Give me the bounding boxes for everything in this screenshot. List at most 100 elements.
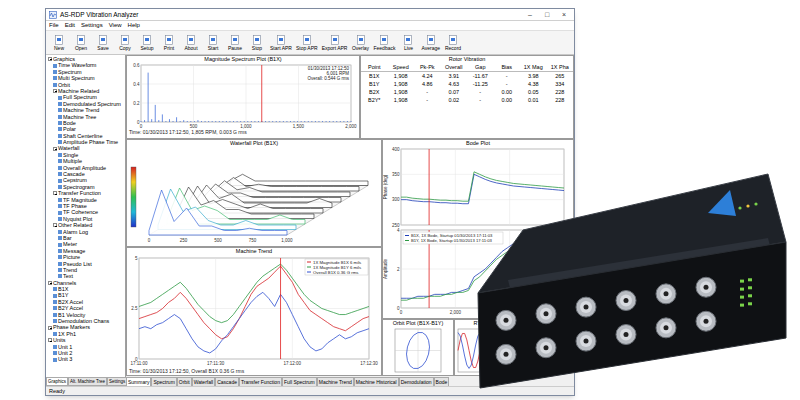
tree-item[interactable]: Spectrum (46, 69, 125, 75)
toolbar-button[interactable]: Start (202, 31, 224, 54)
toolbar-button[interactable]: Feedback (372, 31, 398, 54)
tree-item[interactable]: Message (46, 248, 125, 254)
menu-item[interactable]: File (49, 21, 59, 30)
tree-item[interactable]: Phase Markers (46, 324, 125, 330)
expander-icon[interactable] (48, 281, 52, 285)
tree-item[interactable]: B1Y (46, 292, 125, 298)
page-tab[interactable]: Machine Trend (317, 377, 354, 386)
tree-item[interactable]: Machine Tree (46, 114, 125, 120)
tree-item[interactable]: Pseudo List (46, 261, 125, 267)
tree-item[interactable]: Waterfall (46, 145, 125, 151)
tree-item[interactable]: Channels (46, 280, 125, 286)
page-tab[interactable]: Bode (434, 377, 450, 386)
toolbar-button[interactable]: Record (442, 31, 464, 54)
tree-item[interactable]: Full Spectrum (46, 94, 125, 100)
page-tab[interactable]: Transfer Function (239, 377, 282, 386)
tree-item[interactable]: Transfer Function (46, 190, 125, 196)
tree-item[interactable]: Polar (46, 126, 125, 132)
panel-tab[interactable]: Graphics (46, 377, 68, 386)
tree-item[interactable]: Time Waveform (46, 62, 125, 68)
tree-item[interactable]: TF Coherence (46, 209, 125, 215)
toolbar-button[interactable]: Overlay (350, 31, 372, 54)
tree-item[interactable]: Text (46, 273, 125, 279)
page-tab[interactable]: Waterfall (192, 377, 216, 386)
page-tab[interactable]: Orbit (177, 377, 192, 386)
toolbar-button[interactable]: Print (158, 31, 180, 54)
page-tab[interactable]: Machine Historical (354, 377, 399, 386)
table-row[interactable]: B2X1,908-0.07-0.000.05228 (361, 88, 573, 96)
tree-item[interactable]: B2Y Accel (46, 305, 125, 311)
toolbar-button[interactable]: Average (419, 31, 442, 54)
tree-item[interactable]: Machine Trend (46, 107, 125, 113)
tree-item[interactable]: Multiple (46, 158, 125, 164)
menu-item[interactable]: Settings (81, 21, 103, 30)
page-tab[interactable]: Spectrum (151, 377, 176, 386)
expander-icon[interactable] (53, 147, 57, 151)
tree-item[interactable]: Demodulation Chans (46, 318, 125, 324)
tree-item[interactable]: Cascade (46, 171, 125, 177)
menu-item[interactable]: View (109, 21, 122, 30)
toolbar-button[interactable]: Live (397, 31, 419, 54)
toolbar-button[interactable]: Setup (136, 31, 158, 54)
tree-item[interactable]: Unit 3 (46, 356, 125, 362)
menu-item[interactable]: Edit (65, 21, 75, 30)
tree-item[interactable]: Orbit (46, 82, 125, 88)
page-tab[interactable]: Full Spectrum (282, 377, 317, 386)
tree-item[interactable]: B1 Velocity (46, 312, 125, 318)
tree-item[interactable]: Cepstrum (46, 177, 125, 183)
tree-item[interactable]: Trend (46, 267, 125, 273)
expander-icon[interactable] (48, 326, 52, 330)
expander-icon[interactable] (53, 223, 57, 227)
tree-item[interactable]: Demodulated Spectrum (46, 101, 125, 107)
tree-item[interactable]: Machine Related (46, 88, 125, 94)
tree-item[interactable]: Unit 2 (46, 350, 125, 356)
toolbar-button[interactable]: Start APR (268, 31, 294, 54)
toolbar-button[interactable]: Stop (246, 31, 268, 54)
toolbar-button[interactable]: Pause (224, 31, 246, 54)
tree-item[interactable]: Other Related (46, 222, 125, 228)
tree-item[interactable]: Alarm Log (46, 229, 125, 235)
expander-icon[interactable] (48, 338, 52, 342)
tree-item[interactable]: Unit 1 (46, 344, 125, 350)
window-control-button[interactable]: – (523, 9, 537, 20)
toolbar-button[interactable]: Stop APR (294, 31, 320, 54)
panel-tab[interactable]: Alt. Machine Tree (68, 377, 107, 386)
tree-item[interactable]: Meter (46, 241, 125, 247)
toolbar-button[interactable]: New (48, 31, 70, 54)
tree-item[interactable]: B1X (46, 286, 125, 292)
tree-item[interactable]: Nyquist Plot (46, 216, 125, 222)
toolbar-button[interactable]: Copy (114, 31, 136, 54)
tree-item[interactable]: Spectrogram (46, 184, 125, 190)
table-row[interactable]: B1X1,9084.243.91-11.67-3.98265 (361, 72, 573, 81)
page-tab[interactable]: Summary (126, 377, 151, 386)
expander-icon[interactable] (48, 57, 52, 61)
tree-item[interactable]: Bode (46, 120, 125, 126)
menu-item[interactable]: Help (128, 21, 140, 30)
tree-item[interactable]: Units (46, 337, 125, 343)
toolbar-button[interactable]: Save (92, 31, 114, 54)
tree-item[interactable]: TF Magnitude (46, 197, 125, 203)
tree-item[interactable]: Graphics (46, 56, 125, 62)
tree-item[interactable]: B2X Accel (46, 299, 125, 305)
panel-tab[interactable]: Settings (107, 377, 127, 386)
tree-item[interactable]: Bar (46, 235, 125, 241)
window-control-button[interactable]: □ (540, 9, 554, 20)
toolbar-button[interactable]: About (180, 31, 202, 54)
tree-item[interactable]: TF Phase (46, 203, 125, 209)
tree-item[interactable]: 1X Ph1 (46, 331, 125, 337)
page-tab[interactable]: Cascade (215, 377, 239, 386)
tree-item[interactable]: Overall Amplitude (46, 165, 125, 171)
tree-item[interactable]: Multi Spectrum (46, 75, 125, 81)
toolbar-button[interactable]: Open (70, 31, 92, 54)
table-row[interactable]: B1Y1,9084.864.63-11.25-4.38334 (361, 80, 573, 88)
tree-item[interactable]: Picture (46, 254, 125, 260)
toolbar-button[interactable]: Export APR (320, 31, 350, 54)
expander-icon[interactable] (53, 89, 57, 93)
window-control-button[interactable]: × (557, 9, 571, 20)
tree-item[interactable]: Single (46, 152, 125, 158)
tree-item[interactable]: Shaft Centerline (46, 133, 125, 139)
expander-icon[interactable] (53, 191, 57, 195)
page-tab[interactable]: Demodulation (399, 377, 434, 386)
tree-item[interactable]: Amplitude Phase Time (46, 139, 125, 145)
table-row[interactable]: B2Y*1,908-0.02-0.000.01228 (361, 96, 573, 104)
